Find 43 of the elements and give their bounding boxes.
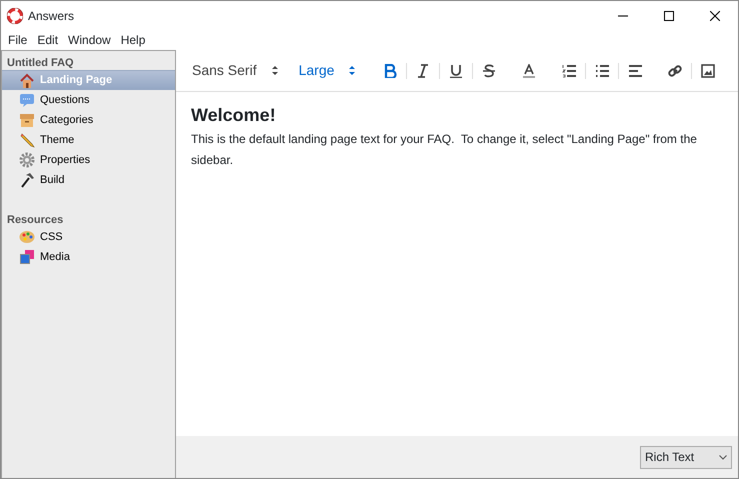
sidebar-item[interactable]: CSS bbox=[2, 227, 175, 247]
section-header: Resources bbox=[6, 213, 64, 227]
bullet-list-icon bbox=[595, 64, 610, 78]
sidebar-item[interactable]: Build bbox=[2, 170, 175, 190]
section-header: Untitled FAQ bbox=[6, 56, 75, 70]
close-icon[interactable] bbox=[710, 10, 720, 20]
maximize-icon[interactable] bbox=[664, 10, 674, 20]
underline-icon bbox=[449, 64, 464, 78]
hammer-icon bbox=[19, 172, 35, 188]
paragraph: This is the default landing page text for your FAQ. To change it, select "Landing Page" from the sidebar. bbox=[191, 130, 698, 169]
heading: Welcome! bbox=[191, 105, 277, 127]
sidebar-item[interactable]: Theme bbox=[2, 130, 175, 150]
sidebar-item[interactable]: Properties bbox=[2, 150, 175, 170]
updown-arrows-icon bbox=[270, 65, 279, 76]
gear-icon bbox=[19, 152, 35, 168]
chevron-down-icon bbox=[719, 454, 727, 460]
sidebar-item[interactable]: Questions bbox=[2, 90, 175, 110]
pencil-icon bbox=[19, 132, 35, 148]
align-left-icon bbox=[628, 64, 642, 78]
numbered-list-icon bbox=[562, 64, 576, 78]
sidebar-item[interactable]: Categories bbox=[2, 110, 175, 130]
italic-icon bbox=[416, 64, 430, 78]
text-color-icon bbox=[522, 64, 536, 78]
font-select[interactable]: Sans Serif bbox=[192, 60, 279, 81]
speech-bubble-icon bbox=[19, 92, 35, 108]
sidebar-item[interactable]: Media bbox=[2, 247, 175, 267]
format-select[interactable]: Rich Text bbox=[640, 446, 732, 468]
link-icon bbox=[668, 64, 682, 78]
media-windows-icon bbox=[19, 249, 35, 265]
lifebuoy-icon bbox=[7, 8, 23, 24]
strikethrough-icon bbox=[482, 64, 496, 78]
image-icon bbox=[701, 64, 716, 78]
bold-icon bbox=[383, 64, 398, 78]
archive-box-icon bbox=[19, 112, 35, 128]
palette-icon bbox=[19, 229, 35, 245]
window-title: Answers bbox=[28, 8, 74, 24]
menu-item[interactable]: Edit bbox=[32, 31, 64, 49]
updown-arrows-icon bbox=[348, 65, 356, 76]
menu-item[interactable]: File bbox=[3, 31, 32, 49]
menu-item[interactable]: Help bbox=[116, 31, 150, 49]
house-icon bbox=[19, 72, 35, 88]
size-select[interactable]: Large bbox=[298, 60, 356, 81]
menu-item[interactable]: Window bbox=[63, 31, 116, 49]
